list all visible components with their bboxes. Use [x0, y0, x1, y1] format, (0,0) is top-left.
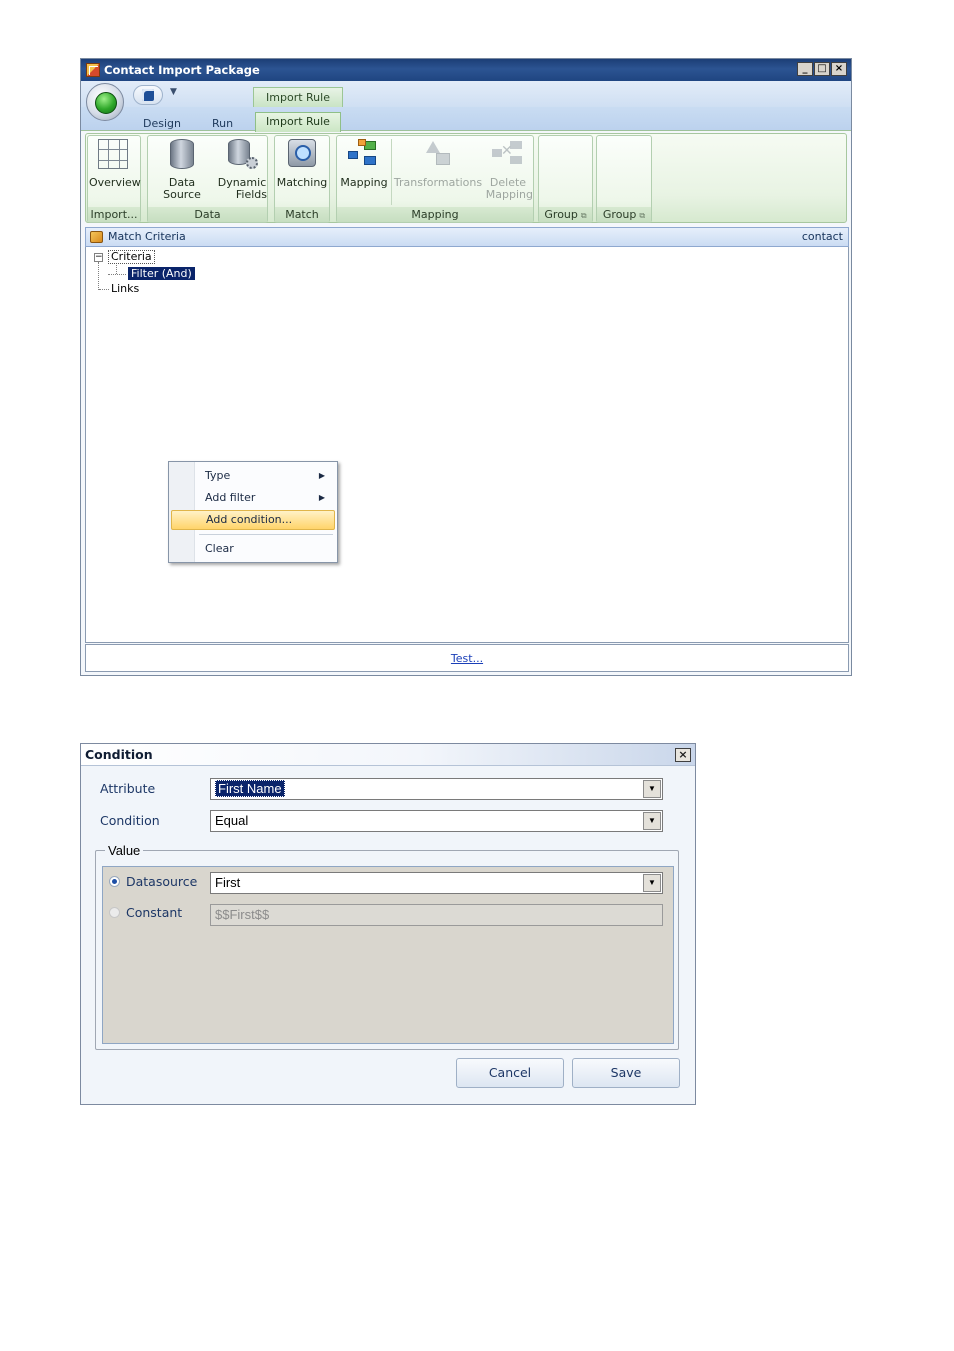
condition-selected-value: Equal [215, 813, 249, 828]
context-menu: Type ▶ Add filter ▶ Add condition... Cle… [168, 461, 338, 563]
criteria-icon [90, 231, 103, 243]
tree-node-links[interactable]: Links [111, 283, 139, 295]
ribbon-group-label: Match [275, 207, 329, 222]
import-package-window: Contact Import Package _ □ × ▼ Import Ru… [80, 58, 852, 676]
quick-access-toolbar [81, 81, 851, 107]
chevron-down-icon[interactable]: ▼ [643, 780, 661, 798]
tree-connector [99, 289, 109, 290]
mapping-button[interactable]: Mapping [338, 139, 390, 189]
ribbon-group-label: Data [148, 207, 267, 222]
application-orb-button[interactable] [86, 83, 124, 121]
chevron-down-icon[interactable]: ▼ [643, 874, 661, 892]
menu-item-clear[interactable]: Clear [171, 539, 335, 559]
dialog-title[interactable]: Condition [81, 744, 695, 766]
tree-node-criteria[interactable]: Criteria [108, 250, 155, 264]
ribbon-group-label: Group ⧉ [539, 207, 592, 222]
criteria-tree[interactable]: − Criteria Filter (And) Links Type ▶ Add… [85, 247, 849, 643]
maximize-button[interactable]: □ [814, 62, 830, 76]
constant-radio[interactable] [109, 907, 120, 918]
delete-mapping-label-line2: Mapping [485, 188, 533, 201]
close-button[interactable]: × [831, 62, 847, 76]
ribbon-group-1: Group ⧉ [538, 135, 593, 223]
window-controls: _ □ × [797, 62, 847, 76]
title-bar[interactable]: Contact Import Package _ □ × [81, 59, 851, 81]
close-icon[interactable]: × [675, 748, 691, 762]
menu-item-add-condition[interactable]: Add condition... [171, 510, 335, 530]
overview-button[interactable]: Overview [89, 139, 141, 189]
datasource-label[interactable]: Datasource [126, 874, 197, 889]
constant-input[interactable]: $$First$$ [210, 904, 663, 926]
tab-import-rule[interactable]: Import Rule [255, 112, 341, 132]
menu-separator [199, 534, 333, 535]
mapping-icon [348, 139, 380, 167]
ribbon-tabs [81, 107, 851, 131]
attribute-selected-value: First Name [215, 780, 285, 797]
grid-icon [98, 139, 128, 169]
submenu-arrow-icon: ▶ [318, 493, 325, 502]
tab-design[interactable]: Design [143, 115, 181, 133]
ribbon-group-label: Group ⧉ [597, 207, 651, 222]
minimize-button[interactable]: _ [797, 62, 813, 76]
datasource-select[interactable]: First ▼ [210, 872, 663, 894]
tree-connector [108, 274, 126, 275]
condition-dialog: Condition × Attribute First Name ▼ Condi… [80, 743, 696, 1105]
data-source-label: Data Source [163, 176, 201, 201]
attribute-select[interactable]: First Name ▼ [210, 778, 663, 800]
matching-label: Matching [276, 176, 328, 189]
attribute-label: Attribute [100, 781, 156, 796]
condition-select[interactable]: Equal ▼ [210, 810, 663, 832]
app-icon [86, 63, 100, 77]
chevron-down-icon[interactable]: ▼ [643, 812, 661, 830]
delete-mapping-icon: ✕ [492, 139, 524, 167]
ribbon-group-label: Import... [88, 207, 140, 222]
window-title: Contact Import Package [104, 63, 260, 77]
tree-node-filter[interactable]: Filter (And) [128, 267, 195, 280]
datasource-radio[interactable] [109, 876, 120, 887]
dynamic-fields-label-line2: Fields [235, 188, 267, 201]
database-icon [170, 139, 194, 169]
entity-name: contact [801, 230, 843, 243]
dialog-launcher-icon[interactable]: ⧉ [639, 211, 645, 220]
tree-connector [116, 263, 117, 274]
save-button[interactable]: Save [572, 1058, 680, 1088]
match-criteria-header: Match Criteria contact [85, 227, 849, 247]
menu-item-add-filter[interactable]: Add filter ▶ [171, 488, 335, 508]
context-group-import-rule: Import Rule [253, 87, 343, 109]
cancel-button[interactable]: Cancel [456, 1058, 564, 1088]
mapping-label: Mapping [340, 176, 388, 189]
transformations-label: Transformations [393, 176, 483, 189]
ribbon-group-2: Group ⧉ [596, 135, 652, 223]
data-source-button[interactable]: Data Source [149, 139, 215, 201]
delete-mapping-button[interactable]: ✕ Delete Mapping [483, 139, 533, 201]
test-link[interactable]: Test... [451, 652, 483, 665]
menu-item-type[interactable]: Type ▶ [171, 466, 335, 486]
ribbon-separator [391, 139, 392, 205]
value-group-label: Value [105, 843, 144, 858]
constant-label[interactable]: Constant [126, 905, 182, 920]
matching-button[interactable]: Matching [276, 139, 328, 189]
tab-run[interactable]: Run [212, 115, 233, 133]
gear-icon [246, 157, 258, 169]
dialog-launcher-icon[interactable]: ⧉ [581, 211, 587, 220]
submenu-arrow-icon: ▶ [318, 471, 325, 480]
test-bar: Test... [85, 644, 849, 672]
panel-title: Match Criteria [108, 230, 186, 243]
transformations-button[interactable]: Transformations [393, 139, 483, 189]
dynamic-fields-button[interactable]: Dynamic Fields [217, 139, 267, 201]
magnifier-icon [288, 139, 316, 167]
overview-label: Overview [89, 176, 141, 189]
condition-label: Condition [100, 813, 160, 828]
customize-toolbar-arrow-icon[interactable]: ▼ [170, 87, 177, 97]
transformations-icon [422, 139, 452, 169]
save-icon[interactable] [133, 85, 163, 105]
collapse-icon[interactable]: − [94, 253, 103, 262]
ribbon-group-label: Mapping [337, 207, 533, 222]
datasource-selected-value: First [215, 875, 241, 890]
tree-connector [98, 262, 99, 290]
